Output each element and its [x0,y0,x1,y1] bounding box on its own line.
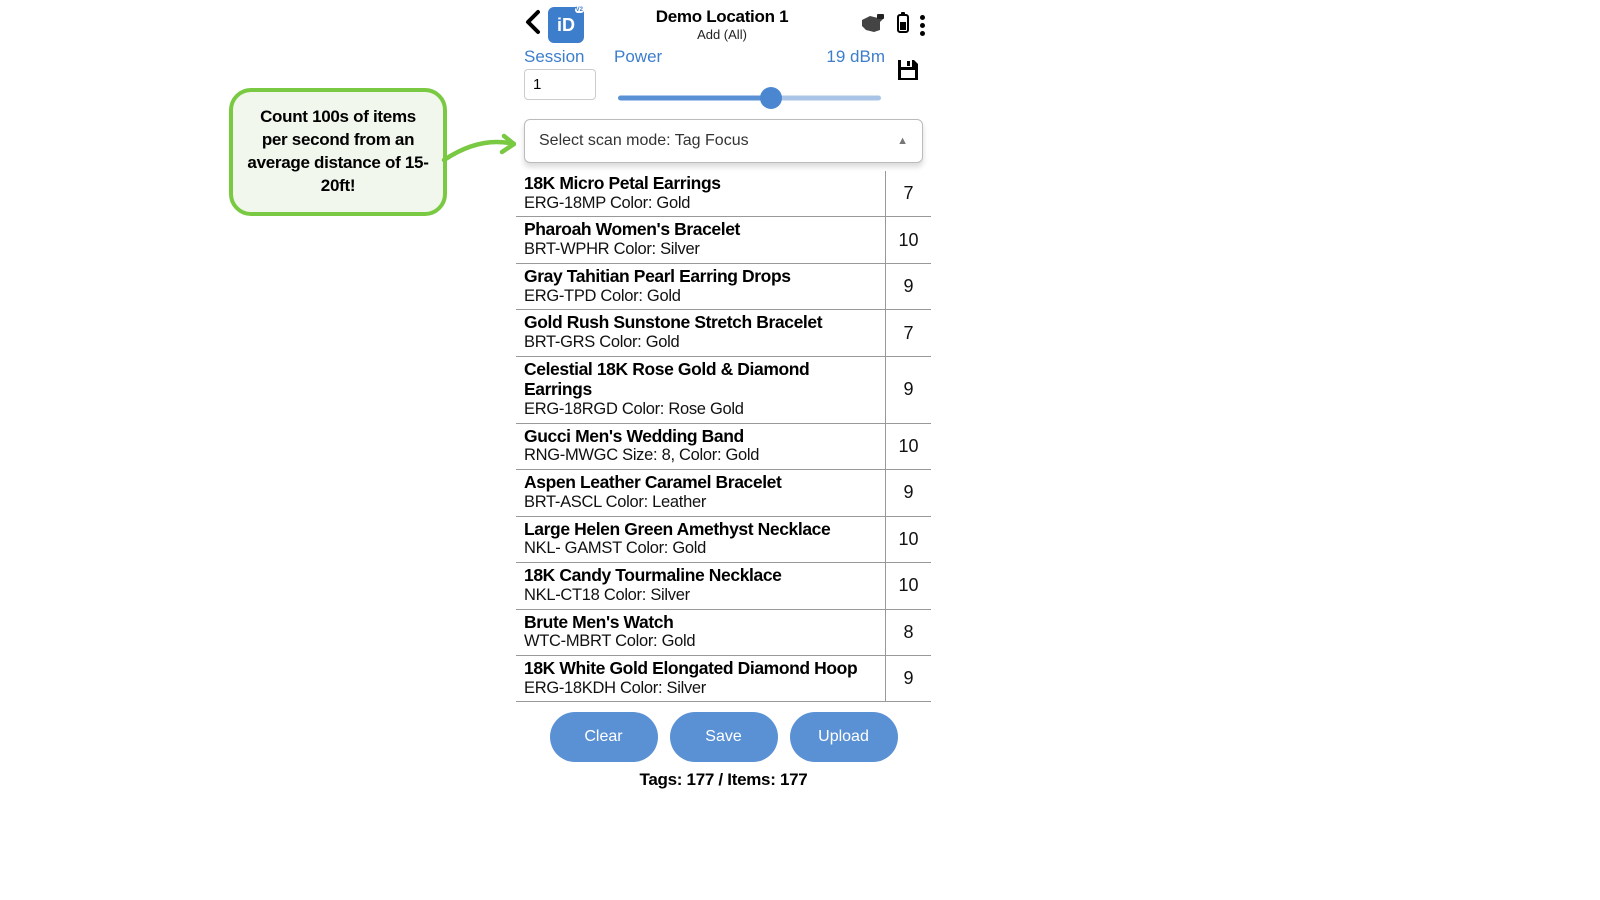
list-item[interactable]: Large Helen Green Amethyst NecklaceNKL- … [516,517,931,563]
item-count: 9 [885,470,931,515]
status-line: Tags: 177 / Items: 177 [516,768,931,790]
list-item[interactable]: Aspen Leather Caramel BraceletBRT-ASCL C… [516,470,931,516]
battery-icon [896,12,910,39]
item-sub: WTC-MBRT Color: Gold [524,632,877,652]
item-count: 9 [885,656,931,701]
item-count: 10 [885,517,931,562]
item-title: Celestial 18K Rose Gold & Diamond Earrin… [524,359,877,400]
item-count: 10 [885,217,931,262]
list-item[interactable]: Celestial 18K Rose Gold & Diamond Earrin… [516,357,931,424]
upload-button[interactable]: Upload [790,712,898,762]
item-sub: NKL-CT18 Color: Silver [524,586,877,606]
power-label: Power [614,47,662,67]
session-power-row: Session Power 19 dBm [516,47,931,113]
item-sub: BRT-GRS Color: Gold [524,333,877,353]
item-count: 7 [885,310,931,355]
item-sub: ERG-TPD Color: Gold [524,287,877,307]
item-title: Gucci Men's Wedding Band [524,426,877,447]
clear-button[interactable]: Clear [550,712,658,762]
scan-mode-label: Select scan mode: Tag Focus [539,132,749,150]
page-title: Demo Location 1 [588,7,856,27]
marketing-callout: Count 100s of items per second from an a… [229,88,447,216]
item-count: 8 [885,610,931,655]
session-label: Session [524,47,604,67]
item-title: Gold Rush Sunstone Stretch Bracelet [524,312,877,333]
item-count: 9 [885,357,931,423]
item-title: 18K Candy Tourmaline Necklace [524,565,877,586]
list-item[interactable]: Gucci Men's Wedding BandRNG-MWGC Size: 8… [516,424,931,470]
item-count: 7 [885,171,931,216]
item-sub: ERG-18MP Color: Gold [524,194,877,214]
app-logo-text: iD [557,15,575,36]
kebab-menu-icon[interactable] [920,15,925,36]
item-title: 18K Micro Petal Earrings [524,173,877,194]
app-screen: iD Demo Location 1 Add (All) Session Pow… [516,5,931,825]
item-sub: ERG-18RGD Color: Rose Gold [524,400,877,420]
back-button[interactable] [522,9,544,42]
item-count: 9 [885,264,931,309]
scan-mode-select[interactable]: Select scan mode: Tag Focus ▲ [524,119,923,163]
session-input[interactable] [524,69,596,100]
save-settings-button[interactable] [895,47,923,88]
item-sub: NKL- GAMST Color: Gold [524,539,877,559]
item-title: Gray Tahitian Pearl Earring Drops [524,266,877,287]
item-title: Pharoah Women's Bracelet [524,219,877,240]
dropdown-arrow-icon: ▲ [897,135,908,147]
header: iD Demo Location 1 Add (All) [516,5,931,47]
callout-text: Count 100s of items per second from an a… [247,107,428,195]
item-title: Large Helen Green Amethyst Necklace [524,519,877,540]
list-item[interactable]: Brute Men's WatchWTC-MBRT Color: Gold 8 [516,610,931,656]
list-item[interactable]: Pharoah Women's BraceletBRT-WPHR Color: … [516,217,931,263]
power-value: 19 dBm [826,47,885,69]
list-item[interactable]: 18K Candy Tourmaline NecklaceNKL-CT18 Co… [516,563,931,609]
scanner-icon[interactable] [860,12,886,39]
item-count: 10 [885,424,931,469]
power-slider[interactable] [614,83,885,113]
item-sub: BRT-ASCL Color: Leather [524,493,877,513]
item-title: 18K White Gold Elongated Diamond Hoop [524,658,877,679]
item-sub: RNG-MWGC Size: 8, Color: Gold [524,446,877,466]
app-logo-icon: iD [548,7,584,43]
list-item[interactable]: Gray Tahitian Pearl Earring DropsERG-TPD… [516,264,931,310]
item-count: 10 [885,563,931,608]
list-item[interactable]: 18K White Gold Elongated Diamond HoopERG… [516,656,931,702]
item-title: Aspen Leather Caramel Bracelet [524,472,877,493]
item-title: Brute Men's Watch [524,612,877,633]
header-title-area: Demo Location 1 Add (All) [588,7,856,43]
item-sub: BRT-WPHR Color: Silver [524,240,877,260]
list-item[interactable]: Gold Rush Sunstone Stretch BraceletBRT-G… [516,310,931,356]
slider-thumb-icon[interactable] [760,87,782,109]
item-list: 18K Micro Petal EarringsERG-18MP Color: … [516,171,931,702]
page-subtitle: Add (All) [588,27,856,43]
list-item[interactable]: 18K Micro Petal EarringsERG-18MP Color: … [516,171,931,217]
action-button-row: Clear Save Upload [516,702,931,768]
item-sub: ERG-18KDH Color: Silver [524,679,877,699]
save-button[interactable]: Save [670,712,778,762]
